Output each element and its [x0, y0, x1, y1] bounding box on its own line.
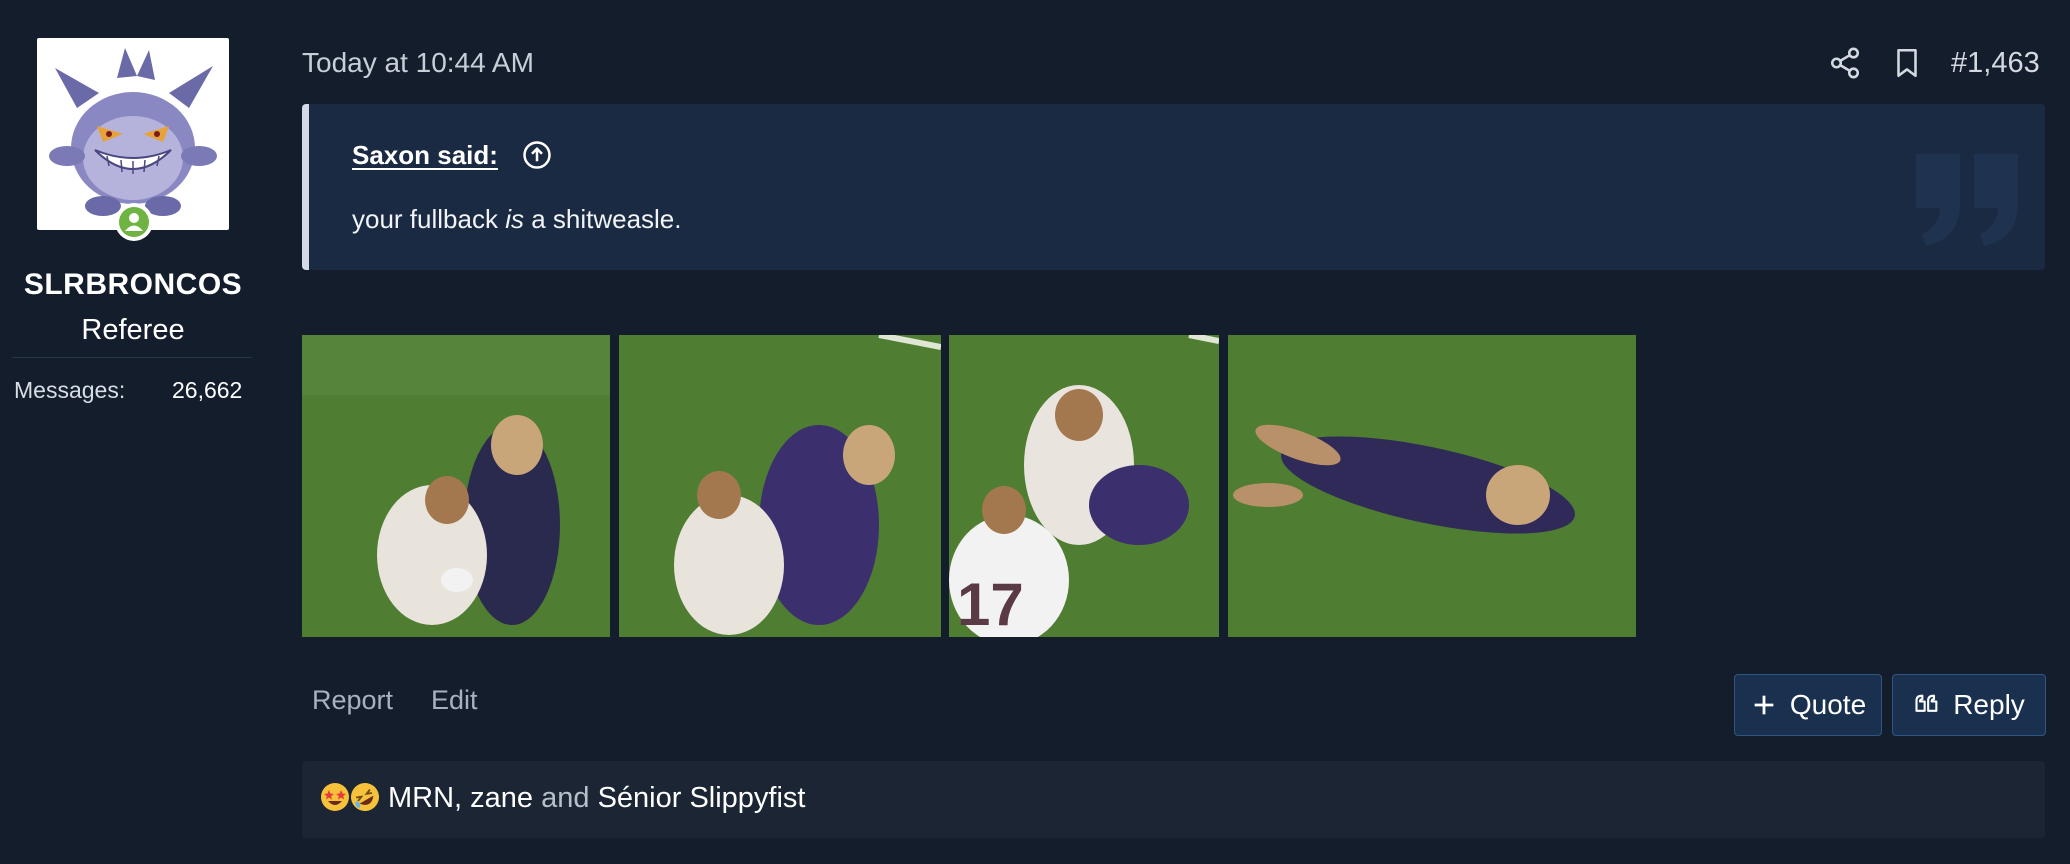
plus-icon [1754, 695, 1774, 715]
reaction-user-link[interactable]: MRN [388, 782, 454, 814]
bookmark-icon[interactable] [1890, 46, 1924, 80]
attachment-image-1[interactable] [302, 335, 610, 637]
reactions-list: MRN, zane and Sénior Slippyfist [388, 782, 806, 814]
messages-label: Messages: [14, 377, 126, 403]
online-status-icon [115, 203, 153, 241]
divider [12, 357, 252, 358]
quote-text: your fullback is a shitweasle. [352, 204, 682, 234]
messages-count: 26,662 [172, 377, 243, 403]
attachment-image-3[interactable]: 17 [949, 335, 1219, 637]
post-number-link[interactable]: #1,463 [1951, 47, 2040, 80]
jump-to-quote-arrow-icon[interactable] [522, 140, 552, 170]
reply-button[interactable]: Reply [1892, 674, 2046, 736]
reaction-user-link[interactable]: zane [470, 782, 533, 814]
quote-author-link[interactable]: Saxon said: [352, 140, 498, 171]
quote-marks-icon [1915, 694, 1938, 712]
edit-link[interactable]: Edit [431, 685, 478, 716]
quote-button[interactable]: Quote [1734, 674, 1882, 736]
quote-block [302, 104, 2045, 270]
quote-button-label: Quote [1789, 689, 1867, 720]
avatar[interactable] [37, 38, 229, 230]
username[interactable]: SLRBRONCOS [0, 268, 266, 302]
reaction-user-link[interactable]: Sénior Slippyfist [598, 782, 806, 814]
share-icon[interactable] [1828, 46, 1862, 80]
report-link[interactable]: Report [312, 685, 393, 716]
attachment-image-2[interactable] [619, 335, 941, 637]
user-title: Referee [81, 314, 185, 346]
star-struck-icon[interactable] [320, 782, 350, 812]
post-date[interactable]: Today at 10:44 AM [302, 47, 534, 79]
reply-button-label: Reply [1953, 689, 2025, 720]
gengar-avatar-image [49, 48, 217, 216]
attachment-image-4[interactable] [1228, 335, 1636, 637]
quote-watermark-icon [1916, 154, 2018, 246]
rolling-laughing-icon[interactable] [350, 782, 380, 812]
svg-text:17: 17 [957, 571, 1024, 637]
